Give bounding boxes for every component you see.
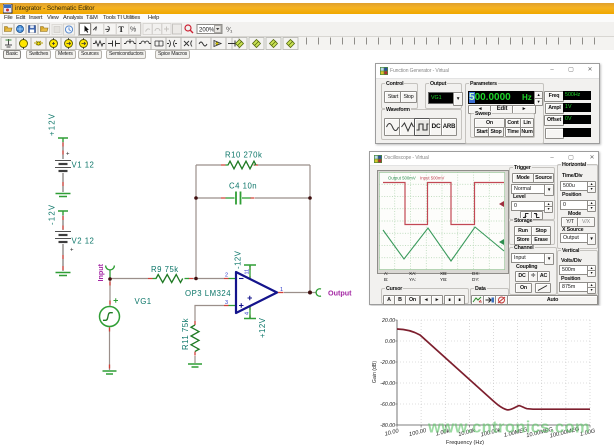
svg-text:3: 3 [225, 300, 228, 306]
svg-text:-12V: -12V [48, 204, 57, 225]
svg-text:V2 12: V2 12 [72, 237, 95, 246]
svg-text:200%: 200% [199, 28, 215, 34]
svg-text:-80.00: -80.00 [380, 423, 395, 429]
svg-text:%: % [130, 27, 136, 34]
svg-text:4: 4 [245, 312, 251, 315]
svg-text:20.00: 20.00 [381, 318, 395, 324]
svg-text:Output: Output [328, 289, 352, 298]
svg-text:R10 270k: R10 270k [225, 151, 262, 160]
svg-text:2: 2 [225, 273, 228, 279]
svg-text:R9 75k: R9 75k [151, 265, 179, 274]
svg-text:+: + [70, 248, 74, 254]
svg-text:0.00: 0.00 [385, 339, 395, 345]
svg-text:VG1: VG1 [135, 297, 152, 306]
svg-text:-12V: -12V [234, 250, 243, 269]
svg-text:Gain (dB): Gain (dB) [372, 361, 378, 383]
svg-text:10.00: 10.00 [384, 428, 400, 437]
svg-text:+12V: +12V [48, 113, 57, 136]
svg-text:C4 10n: C4 10n [229, 182, 257, 191]
svg-text:T: T [119, 25, 125, 34]
svg-text:100.00: 100.00 [409, 428, 428, 438]
svg-text:V1 12: V1 12 [72, 161, 95, 170]
svg-text:OP3 LM324: OP3 LM324 [185, 289, 231, 298]
svg-text:⁰∕₁: ⁰∕₁ [226, 26, 233, 34]
svg-text:-60.00: -60.00 [380, 402, 395, 408]
svg-text:+12V: +12V [258, 317, 267, 338]
svg-text:Frequency (Hz): Frequency (Hz) [446, 440, 484, 446]
svg-text:+: + [66, 152, 70, 158]
svg-text:Input: Input [96, 263, 105, 281]
svg-text:-40.00: -40.00 [380, 381, 395, 387]
svg-text:1: 1 [280, 287, 283, 293]
svg-text:11: 11 [245, 269, 251, 275]
svg-text:www.cntronics.com: www.cntronics.com [427, 419, 590, 437]
svg-text:-20.00: -20.00 [380, 360, 395, 366]
svg-text:Input 500mV: Input 500mV [420, 176, 444, 181]
svg-text:Output 500mV: Output 500mV [388, 176, 416, 181]
svg-text:R11 75k: R11 75k [181, 318, 190, 350]
